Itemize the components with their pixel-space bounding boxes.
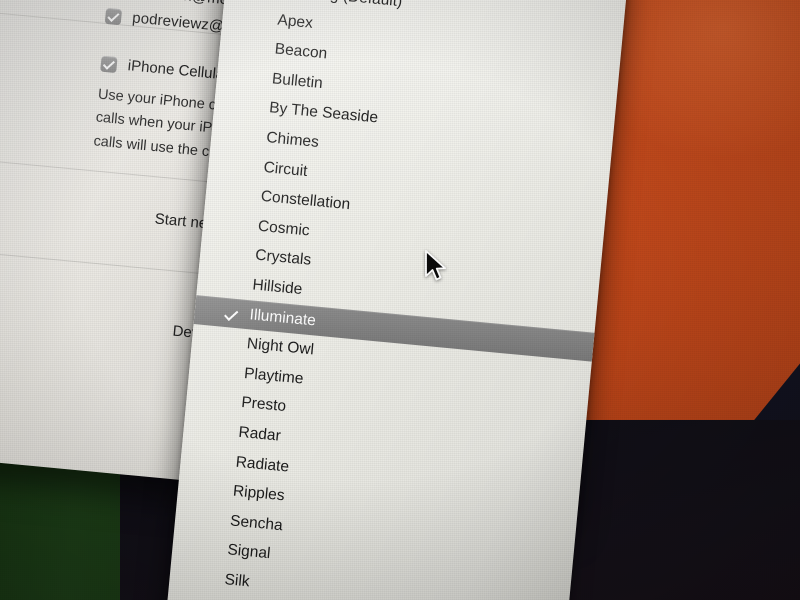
screen-contents: akun akunesh@me.co podreviewz@g iPhone C… (0, 0, 800, 600)
menu-item-label: Radiate (235, 453, 290, 476)
menu-item-label: Crystals (254, 246, 312, 270)
menu-item-label: Illuminate (248, 305, 317, 330)
checkbox-checked-icon[interactable] (104, 7, 123, 25)
menu-item-label: Signal (226, 541, 272, 563)
menu-item-label: Apex (276, 11, 314, 32)
menu-item-label: Hillside (251, 276, 304, 298)
menu-item-label: Radar (237, 423, 282, 445)
menu-item-label: Playtime (243, 364, 305, 388)
menu-item-label: Ripples (232, 482, 286, 505)
account-label: podreviewz@g (131, 9, 234, 36)
menu-item-label: Chimes (265, 129, 320, 151)
iphone-cellular-calls-label: iPhone Cellular (127, 57, 230, 84)
menu-item-label: Bulletin (271, 70, 324, 92)
checkmark-icon (223, 298, 240, 329)
menu-item-label: Presto (240, 394, 287, 416)
menu-item-label: Sencha (229, 512, 284, 534)
ringtone-dropdown-menu[interactable]: Ringtone Opening (Default) Apex Beacon B… (163, 0, 629, 600)
menu-item-label: Silk (223, 570, 251, 591)
menu-item-label: Beacon (274, 40, 328, 63)
menu-item-label: Night Owl (246, 335, 315, 359)
menu-item-label: Cosmic (257, 217, 311, 240)
checkbox-checked-icon[interactable] (100, 55, 118, 73)
menu-item-label: Constellation (260, 187, 351, 214)
menu-item-label: Circuit (262, 158, 309, 180)
menu-item-label: By The Seaside (268, 99, 379, 127)
